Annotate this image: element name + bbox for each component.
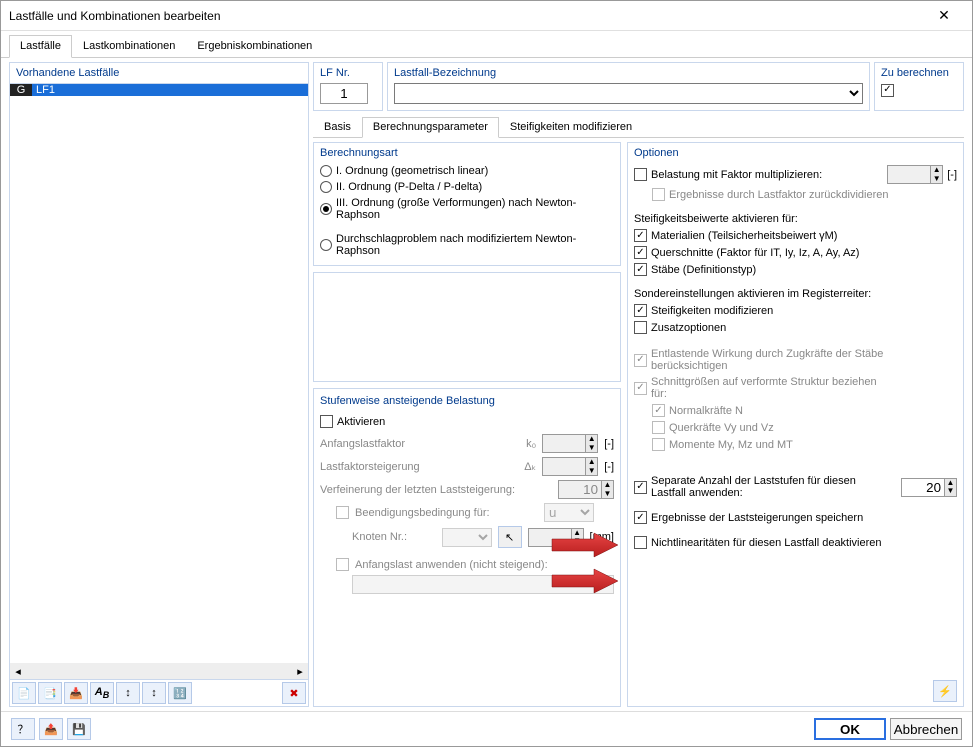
- step-enable-checkbox[interactable]: [320, 415, 333, 428]
- list-item[interactable]: G LF1: [10, 84, 308, 96]
- radio-ordnung1[interactable]: [320, 165, 332, 177]
- materials-checkbox[interactable]: [634, 229, 647, 242]
- subtab-steifigkeiten[interactable]: Steifigkeiten modifizieren: [499, 117, 643, 137]
- lfnr-label: LF Nr.: [320, 67, 376, 79]
- options-group: Optionen: [634, 147, 957, 159]
- radio-durchschlag-label: Durchschlagproblem nach modifiziertem Ne…: [336, 233, 614, 257]
- startload-label: Anfangslast anwenden (nicht steigend):: [355, 559, 614, 571]
- radio-ordnung1-label: I. Ordnung (geometrisch linear): [336, 165, 488, 177]
- chevron-right-icon[interactable]: ▸: [292, 665, 308, 678]
- dk-input: ▲▼: [542, 457, 598, 476]
- bez-label: Lastfall-Bezeichnung: [394, 67, 863, 79]
- tab-ergebniskombinationen[interactable]: Ergebniskombinationen: [186, 35, 323, 57]
- bez-input[interactable]: [394, 83, 863, 104]
- sections-label: Querschnitte (Faktor für IT, Iy, Iz, A, …: [651, 247, 859, 259]
- startload-checkbox: [336, 558, 349, 571]
- special-settings-header: Sondereinstellungen aktivieren im Regist…: [634, 288, 957, 300]
- calc-method-group: Berechnungsart: [320, 147, 614, 159]
- chevron-left-icon[interactable]: ◂: [10, 665, 26, 678]
- subtab-berechnungsparam[interactable]: Berechnungsparameter: [362, 117, 499, 138]
- tab-lastkombinationen[interactable]: Lastkombinationen: [72, 35, 186, 57]
- window-title: Lastfälle und Kombinationen bearbeiten: [9, 9, 924, 23]
- left-header: Vorhandene Lastfälle: [10, 63, 308, 83]
- k0-input: ▲▼: [542, 434, 598, 453]
- stiffmod-checkbox[interactable]: [634, 304, 647, 317]
- close-icon[interactable]: ✕: [924, 7, 964, 24]
- step-dk-label: Lastfaktorsteigerung: [320, 461, 506, 473]
- load-case-list[interactable]: G LF1: [10, 83, 308, 663]
- deformed-label: Schnittgrößen auf verformte Struktur bez…: [651, 376, 881, 400]
- nonlin-label: Nichtlinearitäten für diesen Lastfall de…: [651, 537, 882, 549]
- radio-ordnung3[interactable]: [320, 203, 332, 215]
- radio-ordnung2[interactable]: [320, 181, 332, 193]
- factor-checkbox[interactable]: [634, 168, 647, 181]
- extra-opts-label: Zusatzoptionen: [651, 322, 726, 334]
- deformed-checkbox: [634, 382, 647, 395]
- to-calculate-checkbox[interactable]: [881, 84, 894, 97]
- list-item-tag: G: [10, 84, 32, 96]
- lfnr-input[interactable]: [320, 83, 368, 104]
- radio-ordnung2-label: II. Ordnung (P-Delta / P-delta): [336, 181, 482, 193]
- nonlin-checkbox[interactable]: [634, 536, 647, 549]
- relief-checkbox: [634, 354, 647, 367]
- factor-input: ▲▼: [887, 165, 943, 184]
- termination-checkbox: [336, 506, 349, 519]
- sorta-button[interactable]: AB: [90, 682, 114, 704]
- sort-desc-button[interactable]: ↕: [142, 682, 166, 704]
- factor-label: Belastung mit Faktor multiplizieren:: [651, 169, 883, 181]
- cancel-button[interactable]: Abbrechen: [890, 718, 962, 740]
- sort-asc-button[interactable]: ↕: [116, 682, 140, 704]
- list-item-name: LF1: [32, 84, 308, 96]
- calc-label: Zu berechnen: [881, 67, 957, 79]
- refine-input: ▲▼: [558, 480, 614, 499]
- save-results-label: Ergebnisse der Laststeigerungen speicher…: [651, 512, 863, 524]
- members-label: Stäbe (Definitionstyp): [651, 264, 756, 276]
- stiffmod-label: Steifigkeiten modifizieren: [651, 305, 773, 317]
- sep-steps-checkbox[interactable]: [634, 481, 647, 494]
- members-checkbox[interactable]: [634, 263, 647, 276]
- startload-select: [352, 575, 614, 594]
- sort-num-button[interactable]: 🔢: [168, 682, 192, 704]
- scrollbar-horizontal[interactable]: ◂▸: [10, 663, 308, 679]
- termination-select: u: [544, 503, 594, 522]
- pick-node-button: ↖: [498, 526, 522, 548]
- node-val-input: ▲▼: [528, 528, 584, 547]
- node-label: Knoten Nr.:: [352, 531, 436, 543]
- divback-label: Ergebnisse durch Lastfaktor zurückdividi…: [669, 189, 889, 201]
- save-results-checkbox[interactable]: [634, 511, 647, 524]
- materials-label: Materialien (Teilsicherheitsbeiwert γM): [651, 230, 837, 242]
- import-button[interactable]: 📥: [64, 682, 88, 704]
- node-select: [442, 528, 492, 547]
- divback-checkbox: [652, 188, 665, 201]
- delete-button[interactable]: ✖: [282, 682, 306, 704]
- moments-checkbox: [652, 438, 665, 451]
- shearforces-checkbox: [652, 421, 665, 434]
- radio-ordnung3-label: III. Ordnung (große Verformungen) nach N…: [336, 197, 614, 221]
- tab-lastfaelle[interactable]: Lastfälle: [9, 35, 72, 58]
- step-refine-label: Verfeinerung der letzten Laststeigerung:: [320, 484, 552, 496]
- normalforces-checkbox: [652, 404, 665, 417]
- ok-button[interactable]: OK: [814, 718, 886, 740]
- help-button[interactable]: ？: [11, 718, 35, 740]
- sep-steps-label: Separate Anzahl der Laststufen für diese…: [651, 475, 871, 499]
- sections-checkbox[interactable]: [634, 246, 647, 259]
- export-button[interactable]: 📤: [39, 718, 63, 740]
- subtab-basis[interactable]: Basis: [313, 117, 362, 137]
- new-button[interactable]: 📄: [12, 682, 36, 704]
- termination-label: Beendigungsbedingung für:: [355, 507, 538, 519]
- copy-button[interactable]: 📑: [38, 682, 62, 704]
- step-enable-label: Aktivieren: [337, 416, 385, 428]
- step-group: Stufenweise ansteigende Belastung: [320, 395, 614, 407]
- step-k0-label: Anfangslastfaktor: [320, 438, 506, 450]
- save-button[interactable]: 💾: [67, 718, 91, 740]
- lightning-icon[interactable]: ⚡: [933, 680, 957, 702]
- stiffness-coeff-header: Steifigkeitsbeiwerte aktivieren für:: [634, 213, 957, 225]
- extra-opts-checkbox[interactable]: [634, 321, 647, 334]
- sep-steps-input[interactable]: ▲▼: [901, 478, 957, 497]
- radio-durchschlag[interactable]: [320, 239, 332, 251]
- relief-label: Entlastende Wirkung durch Zugkräfte der …: [651, 348, 911, 372]
